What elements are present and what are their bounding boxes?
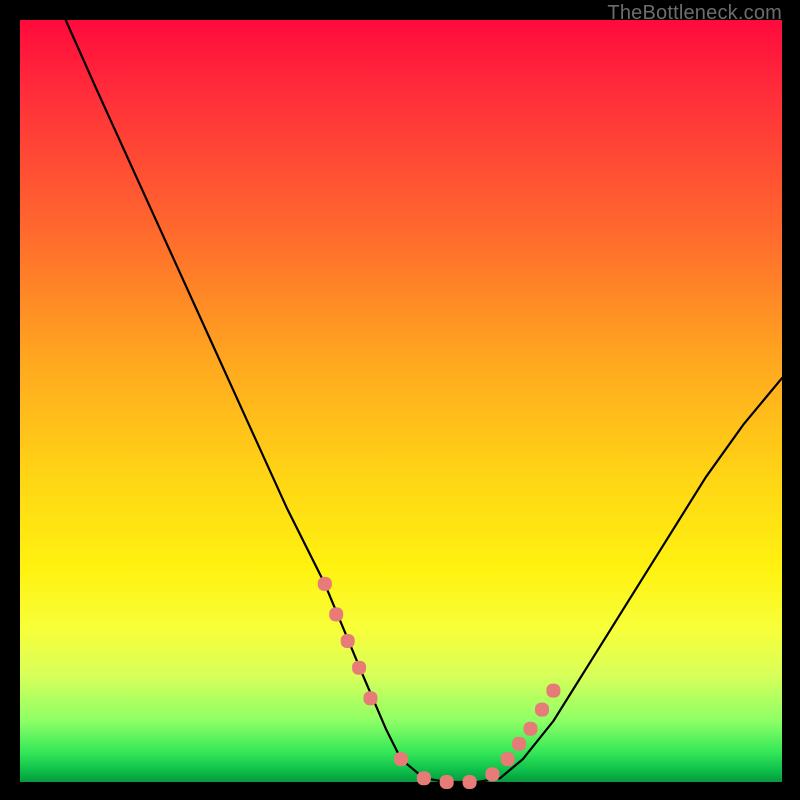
highlight-dot <box>440 775 454 789</box>
highlight-dot <box>417 771 431 785</box>
curve-layer <box>20 20 782 782</box>
highlight-dot <box>329 607 343 621</box>
highlight-dot <box>485 767 499 781</box>
highlight-dot <box>364 691 378 705</box>
bottleneck-curve <box>66 20 782 782</box>
highlight-dot <box>535 703 549 717</box>
highlight-dot <box>501 752 515 766</box>
highlight-dot <box>394 752 408 766</box>
chart-frame: TheBottleneck.com <box>0 0 800 800</box>
highlight-dot <box>341 634 355 648</box>
highlight-dot <box>352 661 366 675</box>
highlight-dot <box>463 775 477 789</box>
highlight-dot <box>318 577 332 591</box>
highlight-dot <box>512 737 526 751</box>
plot-area <box>20 20 782 782</box>
highlight-dot <box>546 684 560 698</box>
highlight-dot <box>524 722 538 736</box>
